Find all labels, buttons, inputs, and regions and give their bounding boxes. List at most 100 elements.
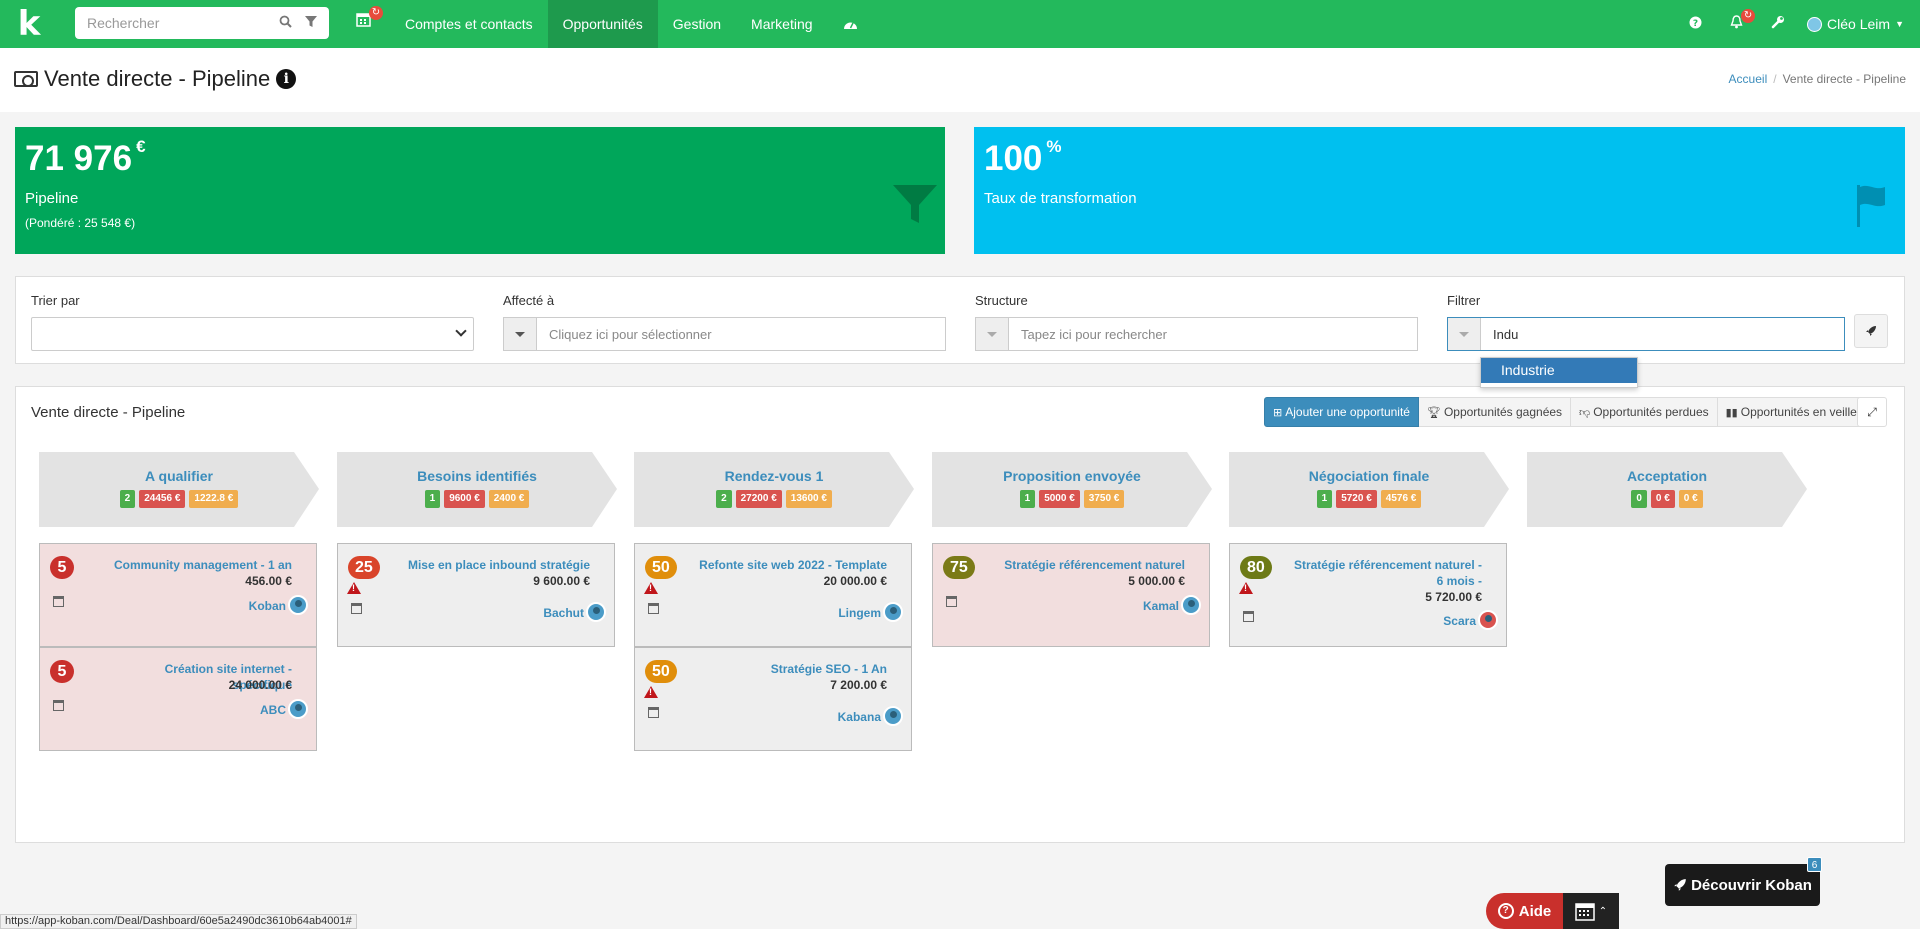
suggestion-industrie[interactable]: Industrie	[1481, 358, 1637, 383]
dashboard-icon[interactable]	[828, 0, 873, 48]
card-title[interactable]: Stratégie référencement naturel	[995, 557, 1185, 573]
card-title[interactable]: Stratégie référencement naturel - 6 mois…	[1292, 557, 1482, 589]
pipeline-title: Vente directe - Pipeline	[31, 404, 186, 421]
stage-weighted: 1222.8 €	[189, 490, 239, 508]
breadcrumb-current: Vente directe - Pipeline	[1782, 72, 1906, 86]
card-company[interactable]: Bachut	[543, 606, 584, 620]
koban-logo[interactable]: k	[0, 0, 58, 48]
stage-badges: 2 27200 €13600 €	[634, 490, 914, 508]
opportunity-card[interactable]: 50 Stratégie SEO - 1 An 7 200.00 € Kaban…	[634, 647, 912, 751]
card-company[interactable]: Koban	[249, 599, 286, 613]
card-company[interactable]: Lingem	[838, 606, 881, 620]
help-icon[interactable]: ?	[1689, 16, 1702, 33]
user-menu[interactable]: Cléo Leim ▼	[1807, 16, 1904, 32]
sort-select[interactable]	[31, 317, 474, 351]
standby-opportunities-button[interactable]: ▮▮ Opportunités en veille	[1717, 397, 1866, 427]
global-search	[75, 7, 329, 39]
card-title[interactable]: Mise en place inbound stratégie	[400, 557, 590, 573]
pause-icon: ▮▮	[1725, 406, 1738, 419]
pipeline-actions: ⊞ Ajouter une opportunité 🏆︎ Opportunités …	[1264, 397, 1866, 427]
opportunity-card[interactable]: 75 Stratégie référencement naturel 5 000…	[932, 543, 1210, 647]
stage-name[interactable]: Besoins identifiés	[337, 468, 617, 484]
chevron-down-icon	[455, 325, 467, 337]
trophy-icon: 🏆︎	[1426, 406, 1441, 419]
card-company[interactable]: Scara	[1443, 614, 1476, 628]
search-icon[interactable]	[278, 15, 294, 31]
caret-down-icon	[515, 331, 525, 337]
calendar-icon[interactable]	[946, 596, 957, 607]
card-company[interactable]: Kamal	[1143, 599, 1179, 613]
assigned-label: Affecté à	[503, 293, 555, 308]
stage-proposition-envoyee: Proposition envoyée 1 5000 €3750 €	[932, 452, 1212, 527]
card-title[interactable]: Stratégie SEO - 1 An	[697, 661, 887, 677]
stage-name[interactable]: Négociation finale	[1229, 468, 1509, 484]
structure-label: Structure	[975, 293, 1028, 308]
calendar-icon[interactable]: ↻	[356, 6, 383, 32]
conversion-label: Taux de transformation	[984, 190, 1137, 207]
page-header: Vente directe - Pipeline i Accueil / Vente…	[0, 48, 1920, 112]
wrench-icon[interactable]	[1771, 15, 1785, 33]
stage-badges: 1 9600 €2400 €	[337, 490, 617, 508]
warning-icon	[644, 582, 658, 594]
stage-name[interactable]: A qualifier	[39, 468, 319, 484]
calendar-icon[interactable]	[53, 700, 64, 711]
opportunity-card[interactable]: 50 Refonte site web 2022 - Template 20 0…	[634, 543, 912, 647]
assigned-input[interactable]	[537, 318, 945, 350]
info-icon[interactable]: i	[276, 69, 297, 89]
nav-gestion[interactable]: Gestion	[658, 0, 736, 48]
help-icon: ?	[1497, 903, 1514, 919]
card-company[interactable]: Kabana	[838, 710, 881, 724]
chevron-down-icon: ▼	[1895, 19, 1904, 29]
calendar-icon[interactable]	[648, 707, 659, 718]
assigned-dropdown-toggle[interactable]	[504, 318, 537, 350]
nav-comptes-contacts[interactable]: Comptes et contacts	[390, 0, 548, 48]
pipeline-label: Pipeline	[25, 190, 79, 207]
help-button[interactable]: ? Aide	[1486, 893, 1563, 929]
calendar-widget-button[interactable]: ⌃	[1563, 893, 1619, 929]
stage-besoins-identifies: Besoins identifiés 1 9600 €2400 €	[337, 452, 617, 527]
nav-opportunites[interactable]: Opportunités	[547, 0, 658, 48]
card-amount: 20 000.00 €	[823, 574, 887, 588]
opportunity-card[interactable]: 5 Community management - 1 an 456.00 € K…	[39, 543, 317, 647]
discover-koban-button[interactable]: Découvrir Koban	[1665, 864, 1820, 906]
stage-name[interactable]: Proposition envoyée	[932, 468, 1212, 484]
card-amount: 5 000.00 €	[1128, 574, 1185, 588]
stage-count: 1	[424, 490, 441, 508]
bell-icon[interactable]: ↻	[1730, 9, 1756, 33]
opportunity-card[interactable]: 5 Création site internet - spécifique 24…	[39, 647, 317, 751]
filter-input[interactable]	[1481, 318, 1844, 350]
card-title[interactable]: Refonte site web 2022 - Template	[697, 557, 887, 573]
calendar-icon[interactable]	[1243, 611, 1254, 622]
stage-name[interactable]: Rendez-vous 1	[634, 468, 914, 484]
won-opportunities-button[interactable]: 🏆︎ Opportunités gagnées	[1418, 397, 1572, 427]
filter-icon[interactable]	[304, 15, 320, 31]
calendar-icon[interactable]	[351, 603, 362, 614]
breadcrumb-home[interactable]: Accueil	[1729, 72, 1768, 86]
stage-badges: 1 5720 €4576 €	[1229, 490, 1509, 508]
filter-combo	[1447, 317, 1845, 351]
opportunity-card[interactable]: 25 Mise en place inbound stratégie 9 600…	[337, 543, 615, 647]
nav-marketing[interactable]: Marketing	[736, 0, 827, 48]
pipeline-weighted: (Pondéré : 25 548 €)	[25, 216, 136, 230]
rocket-icon	[1866, 326, 1876, 336]
user-avatar	[1807, 16, 1823, 32]
apply-filter-button[interactable]	[1854, 314, 1888, 348]
structure-dropdown-toggle[interactable]	[976, 318, 1009, 350]
filter-dropdown-toggle[interactable]	[1448, 318, 1481, 350]
lost-opportunities-button[interactable]: 👎︎ Opportunités perdues	[1571, 397, 1718, 427]
stage-name[interactable]: Acceptation	[1527, 468, 1807, 484]
calendar-icon[interactable]	[53, 596, 64, 607]
opportunity-card[interactable]: 80 Stratégie référencement naturel - 6 m…	[1229, 543, 1507, 647]
caret-down-icon	[1459, 331, 1469, 337]
calendar-icon[interactable]	[648, 603, 659, 614]
search-input[interactable]	[87, 15, 268, 31]
chevron-up-icon: ⌃	[1598, 905, 1608, 917]
card-title[interactable]: Community management - 1 an	[102, 557, 292, 573]
add-opportunity-button[interactable]: ⊞ Ajouter une opportunité	[1264, 397, 1419, 427]
structure-input[interactable]	[1009, 318, 1417, 350]
card-amount: 456.00 €	[245, 574, 292, 588]
warning-icon	[1239, 582, 1253, 594]
card-company[interactable]: ABC	[260, 703, 286, 717]
expand-icon[interactable]: ⤢	[1857, 397, 1887, 427]
warning-icon	[347, 582, 361, 594]
